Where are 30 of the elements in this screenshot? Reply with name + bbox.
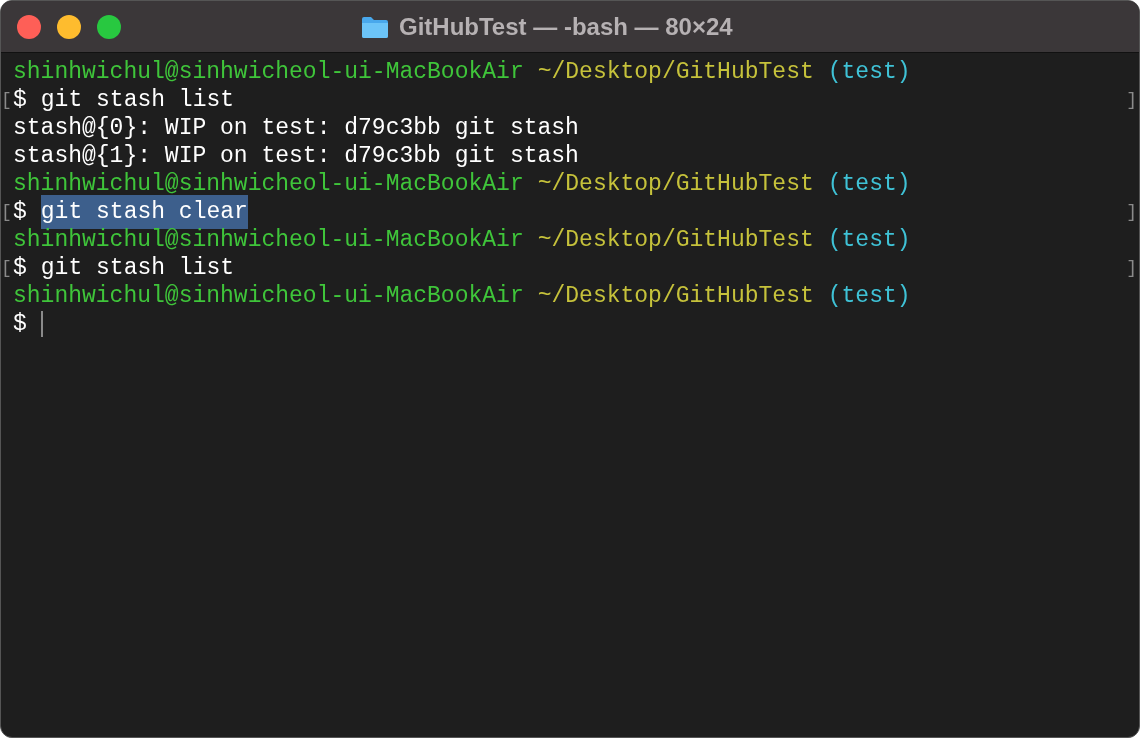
prompt-sign: $	[13, 197, 27, 227]
command-text: git stash list	[40, 253, 235, 283]
output-text: stash@{0}: WIP on test: d79c3bb git stash	[13, 113, 579, 143]
bracket-mark: [	[1, 256, 13, 280]
minimize-button[interactable]	[57, 14, 81, 39]
output-text: stash@{1}: WIP on test: d79c3bb git stash	[13, 141, 579, 171]
bracket-mark: ]	[1126, 256, 1138, 280]
window-title: GitHubTest — -bash — 80×24	[399, 11, 733, 42]
command-text: git stash list	[40, 85, 235, 115]
close-button[interactable]	[17, 14, 41, 39]
prompt-path: ~/Desktop/GitHubTest	[537, 281, 814, 311]
folder-icon	[361, 14, 389, 39]
prompt-sign: $	[13, 309, 27, 339]
prompt-branch: (test)	[827, 225, 911, 255]
prompt-path: ~/Desktop/GitHubTest	[537, 57, 814, 87]
prompt-path: ~/Desktop/GitHubTest	[537, 169, 814, 199]
prompt-user: shinhwichul@sinhwicheol-ui-MacBookAir	[13, 57, 524, 87]
prompt-path: ~/Desktop/GitHubTest	[537, 225, 814, 255]
prompt-branch: (test)	[827, 281, 911, 311]
bracket-mark: [	[1, 200, 13, 224]
prompt-user: shinhwichul@sinhwicheol-ui-MacBookAir	[13, 281, 524, 311]
bracket-mark: [	[1, 88, 13, 112]
prompt-sign: $	[13, 253, 27, 283]
zoom-button[interactable]	[97, 14, 121, 39]
text-cursor	[40, 311, 43, 337]
prompt-branch: (test)	[827, 57, 911, 87]
prompt-branch: (test)	[827, 169, 911, 199]
bracket-mark: ]	[1126, 200, 1138, 224]
bracket-mark: ]	[1126, 88, 1138, 112]
prompt-sign: $	[13, 85, 27, 115]
